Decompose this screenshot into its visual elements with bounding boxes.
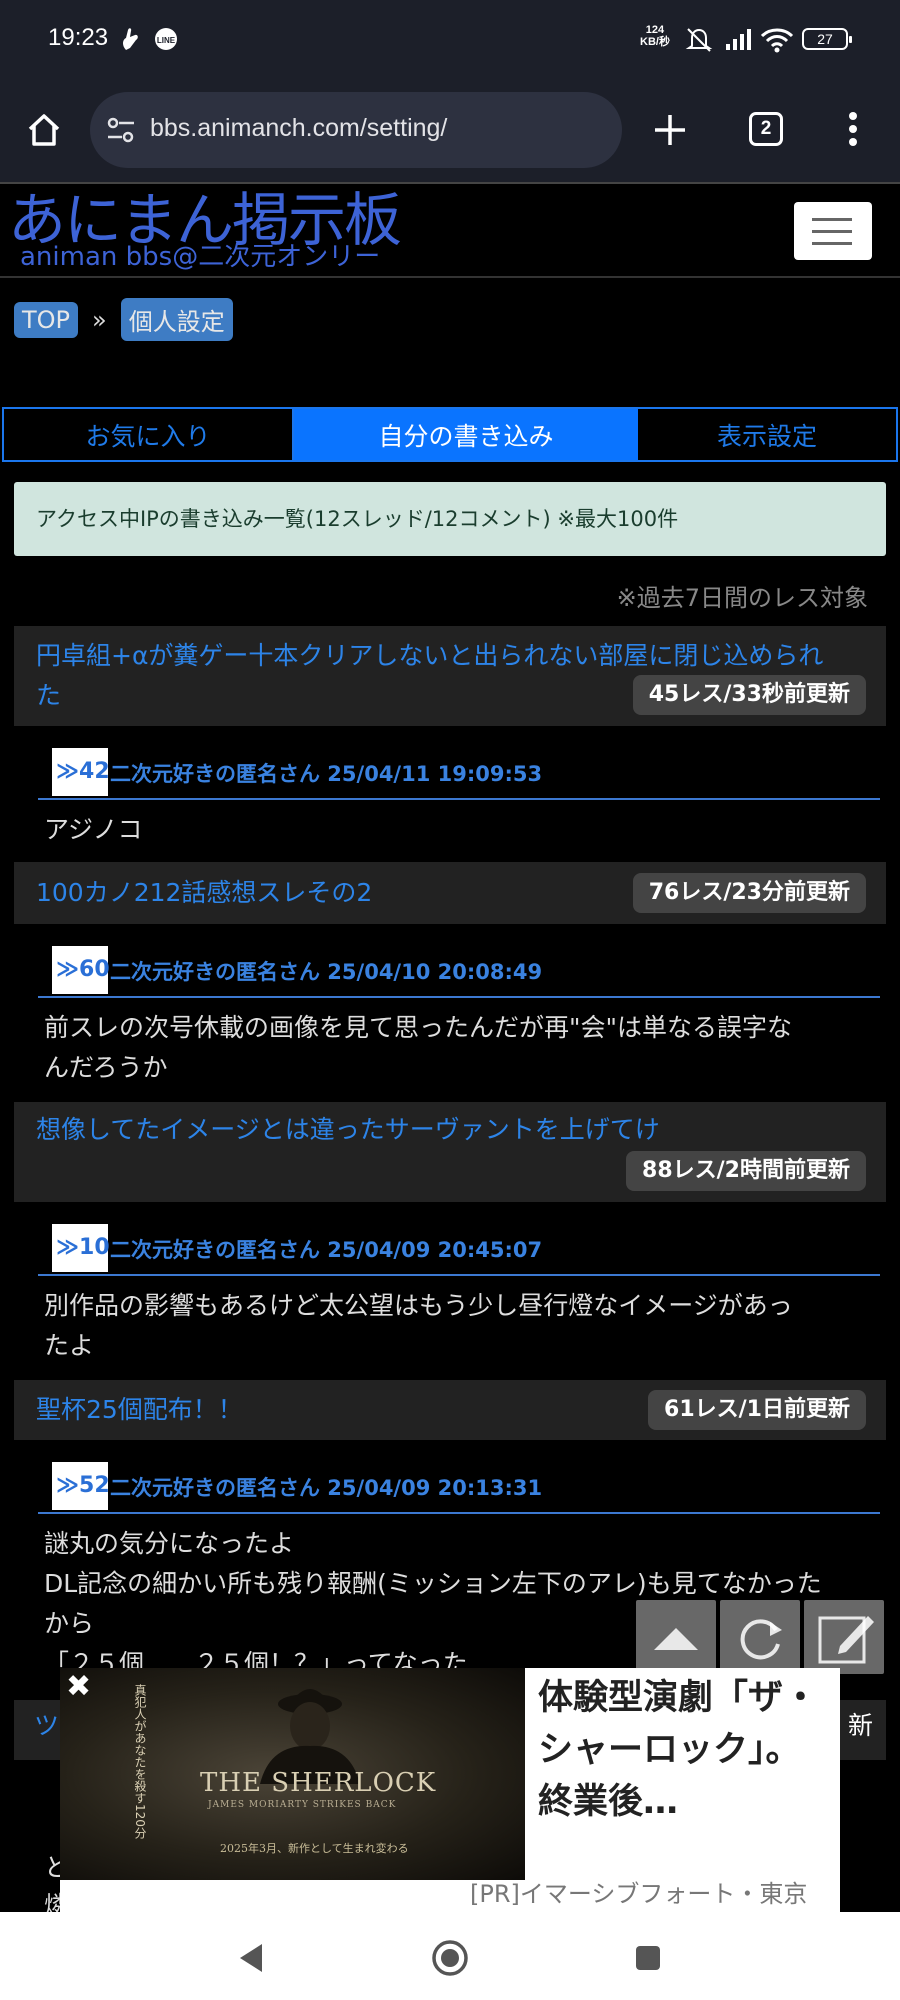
comment-header: ≫52 二次元好きの匿名さん 25/04/09 20:13:31	[38, 1456, 880, 1514]
thread-header: 円卓組+αが糞ゲー十本クリアしないと出られない部屋に閉じ込められ た 45レス/…	[14, 626, 886, 726]
comment-item: ≫60 二次元好きの匿名さん 25/04/10 20:08:49 前スレの次号休…	[14, 924, 886, 1102]
svg-text:LINE: LINE	[157, 36, 176, 45]
ad-vertical-text: 真犯人があなたを殺す120分	[133, 1684, 147, 1839]
site-settings-icon[interactable]	[106, 116, 136, 144]
comment-header: ≫42 二次元好きの匿名さん 25/04/11 19:09:53	[38, 742, 880, 800]
tab-favorites[interactable]: お気に入り	[4, 409, 294, 460]
thread-stats-badge: 45レス/33秒前更新	[632, 675, 866, 715]
breadcrumb-separator: »	[92, 305, 107, 334]
thread-stats-badge: 61レス/1日前更新	[648, 1390, 866, 1430]
battery-indicator: 27	[802, 28, 852, 50]
site-logo-subtitle: animan bbs@二次元オンリー	[20, 242, 381, 272]
thread-badge-peek: 新	[848, 1711, 874, 1740]
refresh-icon	[740, 1619, 782, 1660]
status-time: 19:23	[48, 24, 109, 51]
res-author-date: 二次元好きの匿名さん 25/04/10 20:08:49	[110, 960, 543, 984]
more-menu-icon[interactable]	[848, 110, 858, 148]
thread-title-link-cont[interactable]: た	[36, 676, 61, 716]
site-header: あにまん掲示板 animan bbs@二次元オンリー	[0, 182, 900, 278]
home-icon[interactable]	[26, 112, 62, 148]
res-author-date: 二次元好きの匿名さん 25/04/09 20:13:31	[110, 1476, 543, 1500]
reload-button[interactable]	[720, 1600, 800, 1674]
thread-title-link[interactable]: 聖杯25個配布！！	[36, 1390, 243, 1430]
thread-title-link[interactable]: 100カノ212話感想スレその2	[36, 873, 372, 913]
tab-switcher-button[interactable]: 2	[749, 112, 783, 146]
thread-title-peek[interactable]: ツ	[34, 1706, 59, 1742]
line-app-icon: LINE	[155, 28, 177, 50]
thread-header: 聖杯25個配布！！ 61レス/1日前更新	[14, 1380, 886, 1440]
post-summary-alert: アクセス中IPの書き込み一覧(12スレッド/12コメント) ※最大100件	[14, 482, 886, 556]
net-speed: 124 KB/秒	[640, 24, 670, 48]
res-number-link[interactable]: ≫60	[52, 946, 110, 994]
comment-item: ≫10 二次元好きの匿名さん 25/04/09 20:45:07 別作品の影響も…	[14, 1202, 886, 1380]
advertisement[interactable]: 真犯人があなたを殺す120分 THE SHERLOCK JAMES MORIAR…	[60, 1668, 840, 1912]
triangle-up-icon	[654, 1628, 698, 1650]
recents-icon[interactable]	[634, 1944, 662, 1972]
system-nav-bar	[0, 1912, 900, 2000]
thread-title-link[interactable]: 想像してたイメージとは違ったサーヴァントを上げてけ	[36, 1110, 660, 1150]
gesture-icon	[123, 28, 138, 50]
ad-image[interactable]: 真犯人があなたを殺す120分 THE SHERLOCK JAMES MORIAR…	[60, 1668, 525, 1880]
comment-item: ≫42 二次元好きの匿名さん 25/04/11 19:09:53 アジノコ	[14, 726, 886, 862]
comment-body: 前スレの次号休載の画像を見て思ったんだが再"会"は単なる誤字な んだろうか	[44, 1013, 793, 1082]
new-tab-icon[interactable]	[652, 112, 688, 148]
ad-headline[interactable]: 体験型演劇「ザ・シャーロック」。終業後…	[538, 1672, 834, 1828]
breadcrumb-current[interactable]: 個人設定	[120, 298, 233, 341]
res-number-link[interactable]: ≫42	[52, 748, 110, 796]
comment-header: ≫60 二次元好きの匿名さん 25/04/10 20:08:49	[38, 940, 880, 998]
write-post-button[interactable]	[804, 1600, 884, 1674]
breadcrumb-top-link[interactable]: TOP	[14, 301, 79, 338]
tab-my-posts[interactable]: 自分の書き込み	[294, 409, 638, 460]
address-bar[interactable]: bbs.animanch.com/setting/	[90, 92, 622, 168]
signal-icon	[726, 29, 751, 50]
res-author-date: 二次元好きの匿名さん 25/04/11 19:09:53	[110, 762, 543, 786]
breadcrumb: TOP » 個人設定	[14, 298, 233, 341]
period-note: ※過去7日間のレス対象	[616, 584, 868, 612]
thread-stats-badge: 76レス/23分前更新	[632, 873, 866, 913]
thread-header: 想像してたイメージとは違ったサーヴァントを上げてけ 88レス/2時間前更新	[14, 1102, 886, 1202]
comment-body: 別作品の影響もあるけど太公望はもう少し昼行燈なイメージがあっ たよ	[44, 1291, 793, 1360]
comment-header: ≫10 二次元好きの匿名さん 25/04/09 20:45:07	[38, 1218, 880, 1276]
wifi-icon	[760, 28, 794, 53]
res-number-link[interactable]: ≫10	[52, 1224, 110, 1272]
scroll-top-button[interactable]	[636, 1600, 716, 1674]
tab-display-settings[interactable]: 表示設定	[638, 409, 896, 460]
edit-pencil-icon	[818, 1616, 874, 1664]
res-number-link[interactable]: ≫52	[52, 1462, 110, 1510]
browser-toolbar: bbs.animanch.com/setting/ 2	[0, 78, 900, 182]
thread-header: 100カノ212話感想スレその2 76レス/23分前更新	[14, 862, 886, 924]
url-text[interactable]: bbs.animanch.com/setting/	[150, 114, 447, 143]
back-icon[interactable]	[238, 1942, 266, 1974]
settings-tabs: お気に入り 自分の書き込み 表示設定	[2, 407, 898, 462]
home-circle-icon[interactable]	[430, 1938, 470, 1978]
ad-image-subtitle: JAMES MORIARTY STRIKES BACK	[208, 1800, 397, 1810]
status-bar: 19:23 LINE 124 KB/秒 27	[0, 0, 900, 78]
res-author-date: 二次元好きの匿名さん 25/04/09 20:45:07	[110, 1238, 543, 1262]
ad-image-title: THE SHERLOCK	[200, 1768, 437, 1798]
comment-body: アジノコ	[44, 815, 143, 844]
ad-sponsor[interactable]: [PR]イマーシブフォート・東京	[470, 1874, 807, 1909]
hamburger-menu-button[interactable]	[794, 202, 872, 260]
ad-close-icon[interactable]: ✖	[66, 1672, 91, 1702]
mute-bell-icon	[685, 28, 713, 52]
thread-stats-badge: 88レス/2時間前更新	[626, 1151, 866, 1191]
ad-image-date: 2025年3月、新作として生まれ変わる	[220, 1842, 409, 1855]
thread-title-link[interactable]: 円卓組+αが糞ゲー十本クリアしないと出られない部屋に閉じ込められ	[36, 636, 823, 676]
